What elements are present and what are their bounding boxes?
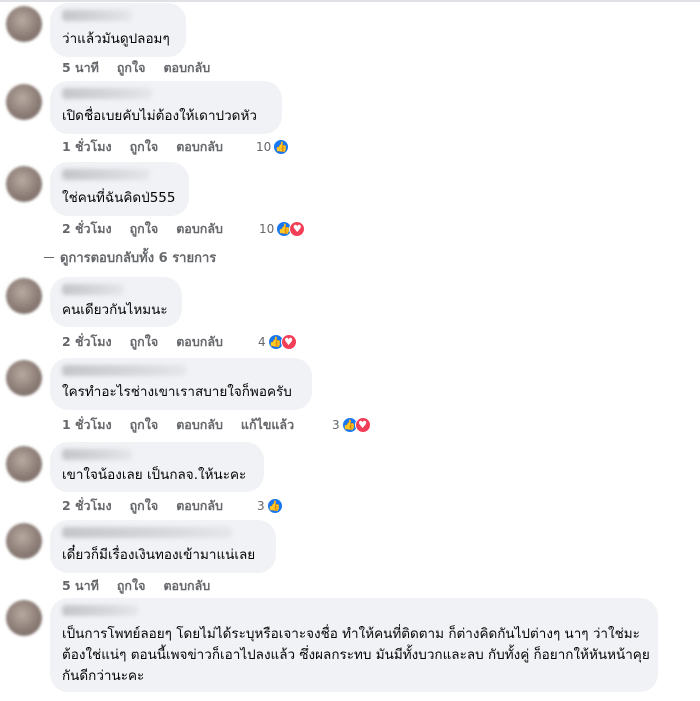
timestamp[interactable]: 2 ชั่วโมง <box>62 496 112 516</box>
comment-actions: 2 ชั่วโมง ถูกใจ ตอบกลับ <box>62 220 241 238</box>
like-button[interactable]: ถูกใจ <box>117 58 146 78</box>
edited-label[interactable]: แก้ไขแล้ว <box>241 415 294 435</box>
comment-bubble: ว่าแล้วมันดูปลอมๆ <box>50 3 186 57</box>
reaction-summary[interactable]: 4 👍 ♥ <box>258 333 297 351</box>
comment-actions: 1 ชั่วโมง ถูกใจ ตอบกลับ แก้ไขแล้ว <box>62 416 312 434</box>
commenter-name[interactable] <box>62 10 132 21</box>
commenter-name[interactable] <box>62 527 232 538</box>
reply-button[interactable]: ตอบกลับ <box>176 415 223 435</box>
avatar[interactable] <box>6 523 42 559</box>
comment-actions: 2 ชั่วโมง ถูกใจ ตอบกลับ <box>62 497 241 515</box>
thread-line <box>44 256 54 258</box>
reaction-summary[interactable]: 10 👍 ♥ <box>259 220 306 238</box>
reaction-summary[interactable]: 3 👍 <box>257 497 283 515</box>
commenter-name[interactable] <box>62 365 186 376</box>
avatar[interactable] <box>6 84 42 120</box>
commenter-name[interactable] <box>62 284 124 295</box>
comment-bubble: ใครทำอะไรช่างเขาเราสบายใจก็พอครับ <box>50 358 312 410</box>
like-button[interactable]: ถูกใจ <box>130 496 159 516</box>
comment-bubble: คนเดียวกันไหมนะ <box>50 277 182 327</box>
heart-icon: ♥ <box>280 334 297 350</box>
avatar[interactable] <box>6 600 42 636</box>
like-button[interactable]: ถูกใจ <box>130 219 159 239</box>
comment-text: คนเดียวกันไหมนะ <box>62 302 168 318</box>
reaction-summary[interactable]: 3 👍 ♥ <box>332 416 371 434</box>
top-divider <box>0 0 700 2</box>
like-button[interactable]: ถูกใจ <box>117 576 146 596</box>
thumbs-up-icon: 👍 <box>266 498 283 514</box>
comment-actions: 5 นาที ถูกใจ ตอบกลับ <box>62 59 228 77</box>
view-all-replies-link[interactable]: ดูการตอบกลับทั้ง 6 รายการ <box>44 248 216 266</box>
like-button[interactable]: ถูกใจ <box>130 137 159 157</box>
thumbs-up-icon: 👍 <box>273 139 290 155</box>
comment-text: เดี๋ยวก็มีเรื่องเงินทองเข้ามาแน่เลย <box>62 547 256 563</box>
commenter-name[interactable] <box>62 88 152 99</box>
comment-text: ใครทำอะไรช่างเขาเราสบายใจก็พอครับ <box>62 384 292 400</box>
reply-button[interactable]: ตอบกลับ <box>176 219 223 239</box>
avatar[interactable] <box>6 446 42 482</box>
comment-text: เปิดชื่อเบยคับไม่ต้องให้เดาปวดหัว <box>62 108 257 124</box>
comment-bubble: ใช่คนที่ฉันคิดป่555 <box>50 162 189 216</box>
comment-actions: 1 ชั่วโมง ถูกใจ ตอบกลับ <box>62 138 241 156</box>
timestamp[interactable]: 1 ชั่วโมง <box>62 415 112 435</box>
timestamp[interactable]: 5 นาที <box>62 58 99 78</box>
reaction-count: 10 <box>259 222 275 236</box>
comment-actions: 2 ชั่วโมง ถูกใจ ตอบกลับ <box>62 333 241 351</box>
timestamp[interactable]: 2 ชั่วโมง <box>62 332 112 352</box>
avatar[interactable] <box>6 6 42 42</box>
commenter-name[interactable] <box>62 605 138 616</box>
avatar[interactable] <box>6 166 42 202</box>
reaction-count: 10 <box>256 140 272 154</box>
comment-bubble: เป็นการโพทย์ลอยๆ โดยไม่ได้ระบุหรือเจาะจง… <box>50 598 658 692</box>
reaction-count: 3 <box>332 418 340 432</box>
comment-text: เขาใจน้องเลย เป็นกลจ.ให้นะคะ <box>62 467 247 483</box>
like-button[interactable]: ถูกใจ <box>130 332 159 352</box>
like-button[interactable]: ถูกใจ <box>130 415 159 435</box>
avatar[interactable] <box>6 278 42 314</box>
reaction-count: 3 <box>257 499 265 513</box>
timestamp[interactable]: 1 ชั่วโมง <box>62 137 112 157</box>
reply-button[interactable]: ตอบกลับ <box>163 576 210 596</box>
reply-button[interactable]: ตอบกลับ <box>176 137 223 157</box>
timestamp[interactable]: 5 นาที <box>62 576 99 596</box>
reaction-summary[interactable]: 10 👍 <box>256 138 290 156</box>
comment-actions: 5 นาที ถูกใจ ตอบกลับ <box>62 577 228 595</box>
reply-button[interactable]: ตอบกลับ <box>176 332 223 352</box>
comment-bubble: เปิดชื่อเบยคับไม่ต้องให้เดาปวดหัว <box>50 81 282 134</box>
heart-icon: ♥ <box>354 417 371 433</box>
reply-button[interactable]: ตอบกลับ <box>163 58 210 78</box>
comment-text: ว่าแล้วมันดูปลอมๆ <box>62 31 170 47</box>
avatar[interactable] <box>6 360 42 396</box>
comment-text: เป็นการโพทย์ลอยๆ โดยไม่ได้ระบุหรือเจาะจง… <box>62 626 650 684</box>
view-replies-label: ดูการตอบกลับทั้ง 6 รายการ <box>60 250 217 266</box>
comment-bubble: เขาใจน้องเลย เป็นกลจ.ให้นะคะ <box>50 442 264 492</box>
reaction-count: 4 <box>258 335 266 349</box>
commenter-name[interactable] <box>62 169 150 180</box>
comment-bubble: เดี๋ยวก็มีเรื่องเงินทองเข้ามาแน่เลย <box>50 520 276 573</box>
comment-text: ใช่คนที่ฉันคิดป่555 <box>62 190 176 206</box>
commenter-name[interactable] <box>62 449 132 460</box>
heart-icon: ♥ <box>289 221 306 237</box>
timestamp[interactable]: 2 ชั่วโมง <box>62 219 112 239</box>
reply-button[interactable]: ตอบกลับ <box>176 496 223 516</box>
